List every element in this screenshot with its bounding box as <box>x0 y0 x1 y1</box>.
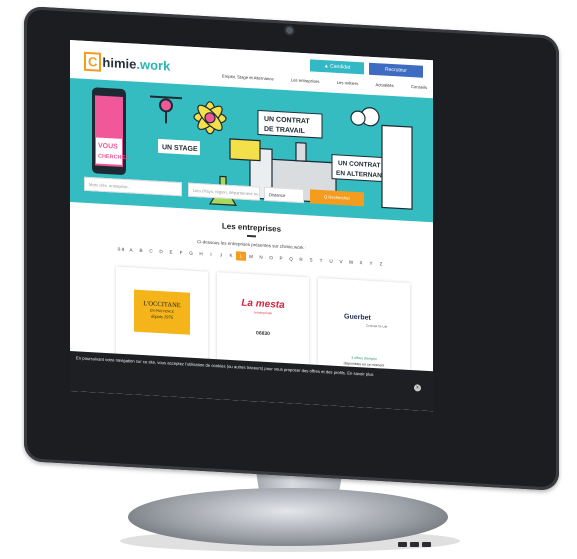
solar-panel-icon <box>229 138 261 162</box>
letter-filter-z[interactable]: Z <box>376 259 386 269</box>
letter-filter-x[interactable]: X <box>356 258 366 268</box>
recruiter-button[interactable]: Recruteur <box>369 62 423 78</box>
hero-label-vous: VOUS <box>98 143 118 151</box>
guerbet-tagline: Contrast for Life <box>366 323 388 329</box>
nav-item-emploi[interactable]: Emploi, Stage et Alternance <box>222 73 274 81</box>
title-underline <box>247 234 256 238</box>
letter-filter-r[interactable]: R <box>296 255 306 265</box>
letter-filter-k[interactable]: K <box>226 251 236 261</box>
letter-filter-j[interactable]: J <box>216 250 226 260</box>
letter-filter-f[interactable]: F <box>176 248 186 258</box>
letter-filter-c[interactable]: C <box>146 246 156 256</box>
webcam-icon <box>286 26 293 35</box>
nav-item-entreprises[interactable]: Les entreprises <box>291 77 320 84</box>
company-postal-code: 06830 <box>256 330 270 338</box>
letter-filter-a[interactable]: A <box>126 245 136 255</box>
letter-filter-o[interactable]: O <box>266 253 276 263</box>
nav-item-metiers[interactable]: Les métiers <box>337 80 359 86</box>
letter-filter-y[interactable]: Y <box>366 259 376 269</box>
letter-filter-h[interactable]: H <box>196 249 206 259</box>
logo-tld: .work <box>136 56 171 74</box>
search-button[interactable]: Q Rechercher <box>310 189 364 207</box>
letter-filter-n[interactable]: N <box>256 252 266 262</box>
distance-select[interactable]: Distance <box>264 186 304 204</box>
monitor-scene: Chimie.work ▲ Candidat Recruteur Emploi,… <box>0 0 577 559</box>
letter-filter-m[interactable]: M <box>246 252 256 262</box>
location-input[interactable]: Lieu (Pays, région, département ou v <box>188 182 260 207</box>
cloud-icon <box>350 107 380 127</box>
flower-icon <box>193 101 227 135</box>
letter-filter-l[interactable]: L <box>236 251 246 261</box>
letter-filter-q[interactable]: Q <box>286 254 296 264</box>
letter-filter-t[interactable]: T <box>316 256 326 266</box>
letter-filter-b[interactable]: B <box>136 246 146 256</box>
nav-item-actualites[interactable]: Actualités <box>376 82 394 88</box>
letter-filter-p[interactable]: P <box>276 254 286 264</box>
site-logo[interactable]: Chimie.work <box>84 51 171 76</box>
letter-filter-v[interactable]: V <box>336 257 346 267</box>
nav-item-conseils[interactable]: Conseils <box>411 84 427 90</box>
website-screen: Chimie.work ▲ Candidat Recruteur Emploi,… <box>70 40 433 412</box>
letter-filter-w[interactable]: W <box>346 257 356 267</box>
candidate-button[interactable]: ▲ Candidat <box>310 59 364 75</box>
logo-letter: C <box>84 51 102 72</box>
guerbet-logo: Guerbet <box>344 313 371 322</box>
logo-word: himie <box>102 54 137 72</box>
letter-filter-i[interactable]: I <box>206 250 216 260</box>
usb-ports <box>398 534 440 547</box>
letter-filter-u[interactable]: U <box>326 256 336 266</box>
letter-filter-s[interactable]: S <box>306 255 316 265</box>
drone-icon <box>150 95 182 124</box>
occitane-logo: L'OCCITANE EN PROVENCE depuis 1976 <box>134 289 190 335</box>
letter-filter-d[interactable]: D <box>156 247 166 257</box>
close-icon[interactable]: x <box>414 384 421 392</box>
letter-filter-0-9[interactable]: 0-9 <box>116 245 126 255</box>
letter-filter-g[interactable]: G <box>186 248 196 258</box>
letter-filter-e[interactable]: E <box>166 247 176 257</box>
